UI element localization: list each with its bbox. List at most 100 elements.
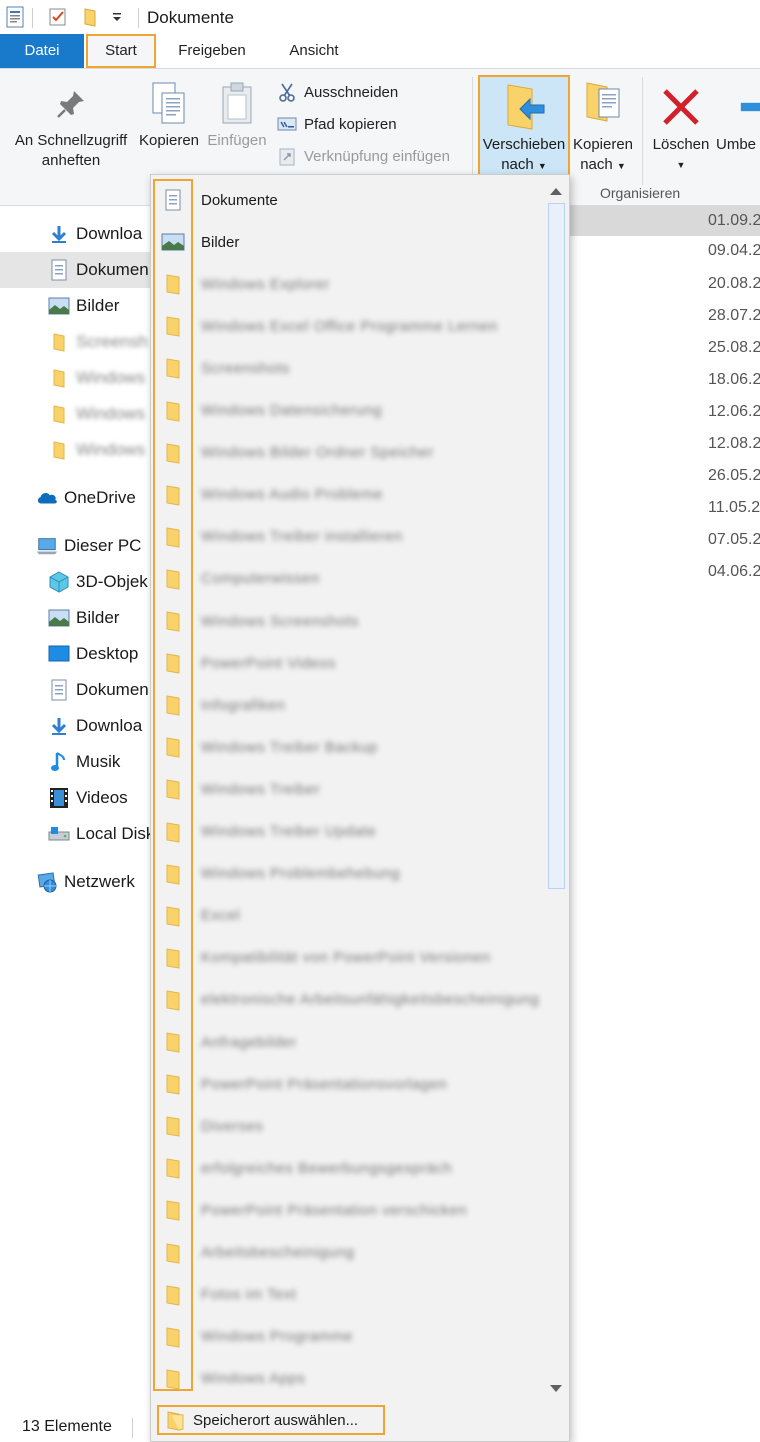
menu-item-folder[interactable]: Diverses [151,1105,543,1147]
menu-item-folder[interactable]: Excel [151,895,543,937]
cut-button[interactable]: Ausschneiden [276,80,398,104]
undo-checkmark-icon[interactable] [46,6,70,28]
menu-item-folder[interactable]: Windows Screenshots [151,600,543,642]
menu-item-folder[interactable]: Computerwissen [151,558,543,600]
file-row-date[interactable]: 12.06.2 [568,397,760,427]
menu-item-folder[interactable]: Windows Treiber Backup [151,726,543,768]
choose-location-item[interactable]: Speicherort auswählen... [157,1405,385,1435]
menu-item-bilder[interactable]: Bilder [151,221,543,263]
cube-3d-icon [48,571,70,593]
nav-item-label: Bilder [76,608,120,627]
nav-item-folder[interactable]: Windows [0,360,150,396]
menu-item-folder[interactable]: PowerPoint Präsentationsvorlagen [151,1063,543,1105]
scroll-down-arrow-icon[interactable] [543,1379,569,1399]
file-row-date[interactable]: 20.08.2 [568,269,760,299]
menu-item-folder[interactable]: PowerPoint Präsentation verschicken [151,1189,543,1231]
delete-label: Löschen [652,136,710,153]
menu-item-folder[interactable]: Infografiken [151,684,543,726]
rename-button[interactable]: Umbe [714,79,760,155]
nav-item-label: Local Disk [76,824,150,843]
menu-item-folder[interactable]: Windows Explorer [151,263,543,305]
menu-item-folder[interactable]: Windows Treiber installieren [151,516,543,558]
paste-shortcut-button[interactable]: Verknüpfung einfügen [276,144,450,168]
file-row-date[interactable]: 12.08.2 [568,429,760,459]
file-row-date[interactable]: 01.09.2 [568,206,760,236]
nav-item-local-disk[interactable]: Local Disk [0,816,150,852]
tab-ansicht[interactable]: Ansicht [272,34,356,68]
menu-item-folder[interactable]: Arbeitsbescheinigung [151,1232,543,1274]
menu-item-folder[interactable]: Windows Excel Office Programme Lernen [151,305,543,347]
menu-item-folder[interactable]: Screenshots [151,347,543,389]
menu-item-folder[interactable]: Anfragebilder [151,1021,543,1063]
menu-item-label: elektronische Arbeitsunfähigkeitsbeschei… [201,991,540,1009]
menu-item-folder[interactable]: erfolgreiches Bewerbungsgespräch [151,1147,543,1189]
nav-item-pictures[interactable]: Bilder [0,288,150,324]
paste-button[interactable]: Einfügen [204,81,270,151]
menu-item-folder[interactable]: Windows Audio Probleme [151,474,543,516]
menu-item-folder[interactable]: Windows Datensicherung [151,390,543,432]
customize-toolbar-chevron-icon[interactable] [108,6,126,28]
menu-item-dokumente[interactable]: Dokumente [151,179,543,221]
properties-icon[interactable] [4,6,26,28]
nav-item-onedrive[interactable]: OneDrive [0,480,150,516]
nav-item-pictures[interactable]: Bilder [0,600,150,636]
file-row-date[interactable]: 09.04.2 [568,236,760,266]
menu-item-folder[interactable]: Windows Bilder Ordner Speicher [151,432,543,474]
nav-item-label: Netzwerk [64,872,135,891]
file-row-date[interactable]: 18.06.2 [568,365,760,395]
dropdown-caret-icon: ▼ [537,161,547,171]
menu-item-label: PowerPoint Präsentation verschicken [201,1201,467,1219]
nav-item-downloads[interactable]: Downloa [0,216,150,252]
documents-icon [151,189,195,211]
folder-icon [151,400,195,422]
nav-item-folder[interactable]: Windows [0,432,150,468]
menu-item-folder[interactable]: Windows Programme [151,1316,543,1358]
menu-item-label: Windows Treiber Backup [201,738,378,756]
file-row-date[interactable]: 28.07.2 [568,301,760,331]
tab-start[interactable]: Start [86,34,156,68]
nav-item-3d-objects[interactable]: 3D-Objek [0,564,150,600]
pin-quick-access-button[interactable]: An Schnellzugriff anheften [6,87,136,171]
nav-item-this-pc[interactable]: Dieser PC [0,528,150,564]
scroll-thumb[interactable] [548,203,565,889]
nav-item-downloads[interactable]: Downloa [0,708,150,744]
hard-drive-icon [48,823,70,845]
scroll-up-arrow-icon[interactable] [543,181,569,201]
nav-item-label: Musik [76,752,121,771]
menu-item-folder[interactable]: Windows Treiber Update [151,811,543,853]
nav-item-network[interactable]: Netzwerk [0,864,150,900]
file-row-date[interactable]: 07.05.2 [568,525,760,555]
nav-item-folder[interactable]: Windows [0,396,150,432]
delete-button[interactable]: Löschen ▼ [648,79,714,175]
copy-path-button[interactable]: Pfad kopieren [276,112,397,136]
menu-item-folder[interactable]: Windows Treiber [151,768,543,810]
menu-item-label: Excel [201,907,241,925]
menu-item-folder[interactable]: Windows Problembehebung [151,853,543,895]
copy-button[interactable]: Kopieren [136,81,202,151]
file-row-date[interactable]: 26.05.2 [568,461,760,491]
menu-item-folder[interactable]: Windows Apps [151,1358,543,1400]
nav-item-videos[interactable]: Videos [0,780,150,816]
menu-item-folder[interactable]: PowerPoint Videos [151,642,543,684]
file-row-date[interactable]: 25.08.2 [568,333,760,363]
copy-to-button[interactable]: Kopieren nach ▼ [570,79,636,176]
menu-item-folder[interactable]: Fotos im Text [151,1274,543,1316]
nav-item-music[interactable]: Musik [0,744,150,780]
new-folder-icon[interactable] [80,6,100,28]
folder-icon [151,905,195,927]
move-to-button[interactable]: Verschieben nach ▼ [478,75,570,177]
nav-item-folder[interactable]: Screensh [0,324,150,360]
nav-item-desktop[interactable]: Desktop [0,636,150,672]
file-row-date[interactable]: 04.06.2 [568,557,760,587]
pin-icon [6,87,136,131]
dropdown-scrollbar[interactable] [543,175,569,1405]
menu-item-label: Fotos im Text [201,1286,297,1304]
menu-item-folder[interactable]: Kompatibilität von PowerPoint Versionen [151,937,543,979]
file-row-date[interactable]: 11.05.2 [568,493,760,523]
nav-item-documents[interactable]: Dokumen [0,252,150,288]
nav-item-documents[interactable]: Dokumen [0,672,150,708]
tab-datei[interactable]: Datei [0,34,84,68]
folder-icon [151,1157,195,1179]
tab-freigeben[interactable]: Freigeben [164,34,260,68]
menu-item-folder[interactable]: elektronische Arbeitsunfähigkeitsbeschei… [151,979,543,1021]
